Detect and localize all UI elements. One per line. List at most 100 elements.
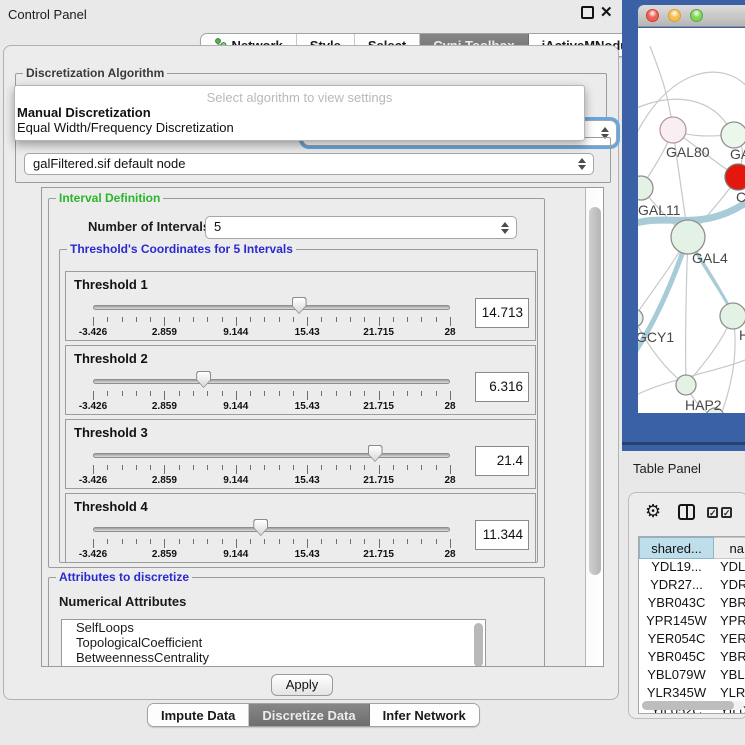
tick-mark [393,317,394,322]
tick-mark [250,391,251,396]
table-cell: YBL079W [639,667,714,685]
attribute-item-selfloops[interactable]: SelfLoops [62,620,485,635]
tick-mark [179,391,180,396]
gear-icon[interactable]: ⚙ [645,502,661,520]
apply-button[interactable]: Apply [271,674,333,696]
close-light-icon[interactable] [646,9,659,22]
table-row[interactable]: YPR145WYPR1 [639,613,745,631]
table-row[interactable]: YER054CYER0 [639,631,745,649]
column-header-na[interactable]: na [714,537,745,559]
table-row[interactable]: YDL19...YDL1 [639,559,745,577]
table-data-select[interactable]: galFiltered.sif default node [24,153,594,175]
tick-mark [164,391,165,400]
slider-thumb[interactable] [196,371,211,388]
group-title: Threshold's Coordinates for 5 Intervals [67,242,296,256]
algorithm-dropdown-popup: Select algorithm to view settings Manual… [14,85,585,141]
node-gcy1[interactable] [638,309,643,327]
tick-mark [264,465,265,470]
dropdown-item-manual[interactable]: Manual Discretization [15,105,584,120]
node-gal11[interactable] [638,176,653,200]
close-icon[interactable]: ✕ [600,3,613,21]
slider-track[interactable] [93,379,450,384]
table-row[interactable]: YBR043CYBR0 [639,595,745,613]
table-cell: YBR045C [639,649,714,667]
numerical-attributes-list[interactable]: SelfLoopsTopologicalCoefficientBetweenne… [61,619,486,667]
slider-track[interactable] [93,527,450,532]
slider-track[interactable] [93,305,450,310]
slider-thumb-face [254,520,267,535]
table-row[interactable]: YDR27...YDR2 [639,577,745,595]
checkbox-icon[interactable]: ✓ [721,507,732,518]
network-window-titlebar[interactable] [638,5,745,27]
threshold-value-field[interactable]: 11.344 [475,520,529,550]
tick-mark [421,391,422,396]
tick-mark [436,317,437,322]
tick-mark [250,539,251,544]
tick-mark [236,539,237,548]
tick-mark [450,391,451,400]
node-gal80[interactable] [660,117,686,143]
node-hap2[interactable] [676,375,696,395]
tick-mark [107,391,108,396]
attribute-item-betweennesscentrality[interactable]: BetweennessCentrality [62,650,485,665]
tick-mark [321,465,322,470]
threshold-value-field[interactable]: 21.4 [475,446,529,476]
slider-thumb-face [293,298,306,313]
threshold-value-field[interactable]: 6.316 [475,372,529,402]
node-gal4[interactable] [671,220,705,254]
zoom-light-icon[interactable] [690,9,703,22]
number-of-intervals-select[interactable]: 5 [205,216,517,239]
table-row[interactable]: YBR045CYBR0 [639,649,745,667]
scrollbar-thumb[interactable] [589,207,601,575]
table-row[interactable]: YBL079WYBL0 [639,667,745,685]
tick-mark [222,465,223,470]
network-canvas[interactable]: GAL80GACGAL11GAL4GCY1HHAP2 [638,28,745,413]
scrollbar-track[interactable] [585,188,603,666]
tick-mark [436,465,437,470]
threshold-value-field[interactable]: 14.713 [475,298,529,328]
columns-icon[interactable] [678,504,695,520]
tick-mark [150,391,151,396]
tick-mark [279,317,280,322]
slider-thumb[interactable] [368,445,383,462]
tick-mark [350,539,351,544]
float-icon[interactable] [581,6,594,19]
tick-label: 15.43 [295,475,320,486]
attribute-item-topologicalcoefficient[interactable]: TopologicalCoefficient [62,635,485,650]
list-scrollbar[interactable] [474,623,483,667]
horizontal-scrollbar-track[interactable] [642,701,744,710]
node-top-green[interactable] [721,122,745,148]
tick-mark [150,317,151,322]
tab-infer-network[interactable]: Infer Network [370,704,479,726]
dropdown-item-equal-width[interactable]: Equal Width/Frequency Discretization [15,120,584,135]
horizontal-scrollbar-thumb[interactable] [642,701,734,710]
slider-thumb[interactable] [292,297,307,314]
table-data-value: galFiltered.sif default node [33,156,185,171]
node-label-ga: GA [730,146,745,162]
slider-thumb[interactable] [253,519,268,536]
column-header-shared[interactable]: shared... [639,537,714,559]
slider-track[interactable] [93,453,450,458]
minimize-light-icon[interactable] [668,9,681,22]
table-cell: YBR0 [714,595,745,613]
tick-mark [122,391,123,396]
tick-mark [193,465,194,470]
table-cell: YDR27... [639,577,714,595]
tick-label: 28 [444,475,455,486]
tick-mark [350,465,351,470]
tab-impute-data[interactable]: Impute Data [148,704,249,726]
tick-label: 28 [444,549,455,560]
node-h[interactable] [720,303,745,329]
tick-mark [264,539,265,544]
tick-mark [407,539,408,544]
tick-mark [379,391,380,400]
node-label-gal4: GAL4 [692,250,728,266]
threshold-label: Threshold 1 [74,277,148,292]
table-cell: YER0 [714,631,745,649]
tab-discretize-data[interactable]: Discretize Data [249,704,369,726]
node-red[interactable] [725,164,745,190]
checkbox-icon[interactable]: ✓ [707,507,718,518]
tick-mark [164,465,165,474]
tick-mark [407,391,408,396]
tick-mark [136,317,137,322]
